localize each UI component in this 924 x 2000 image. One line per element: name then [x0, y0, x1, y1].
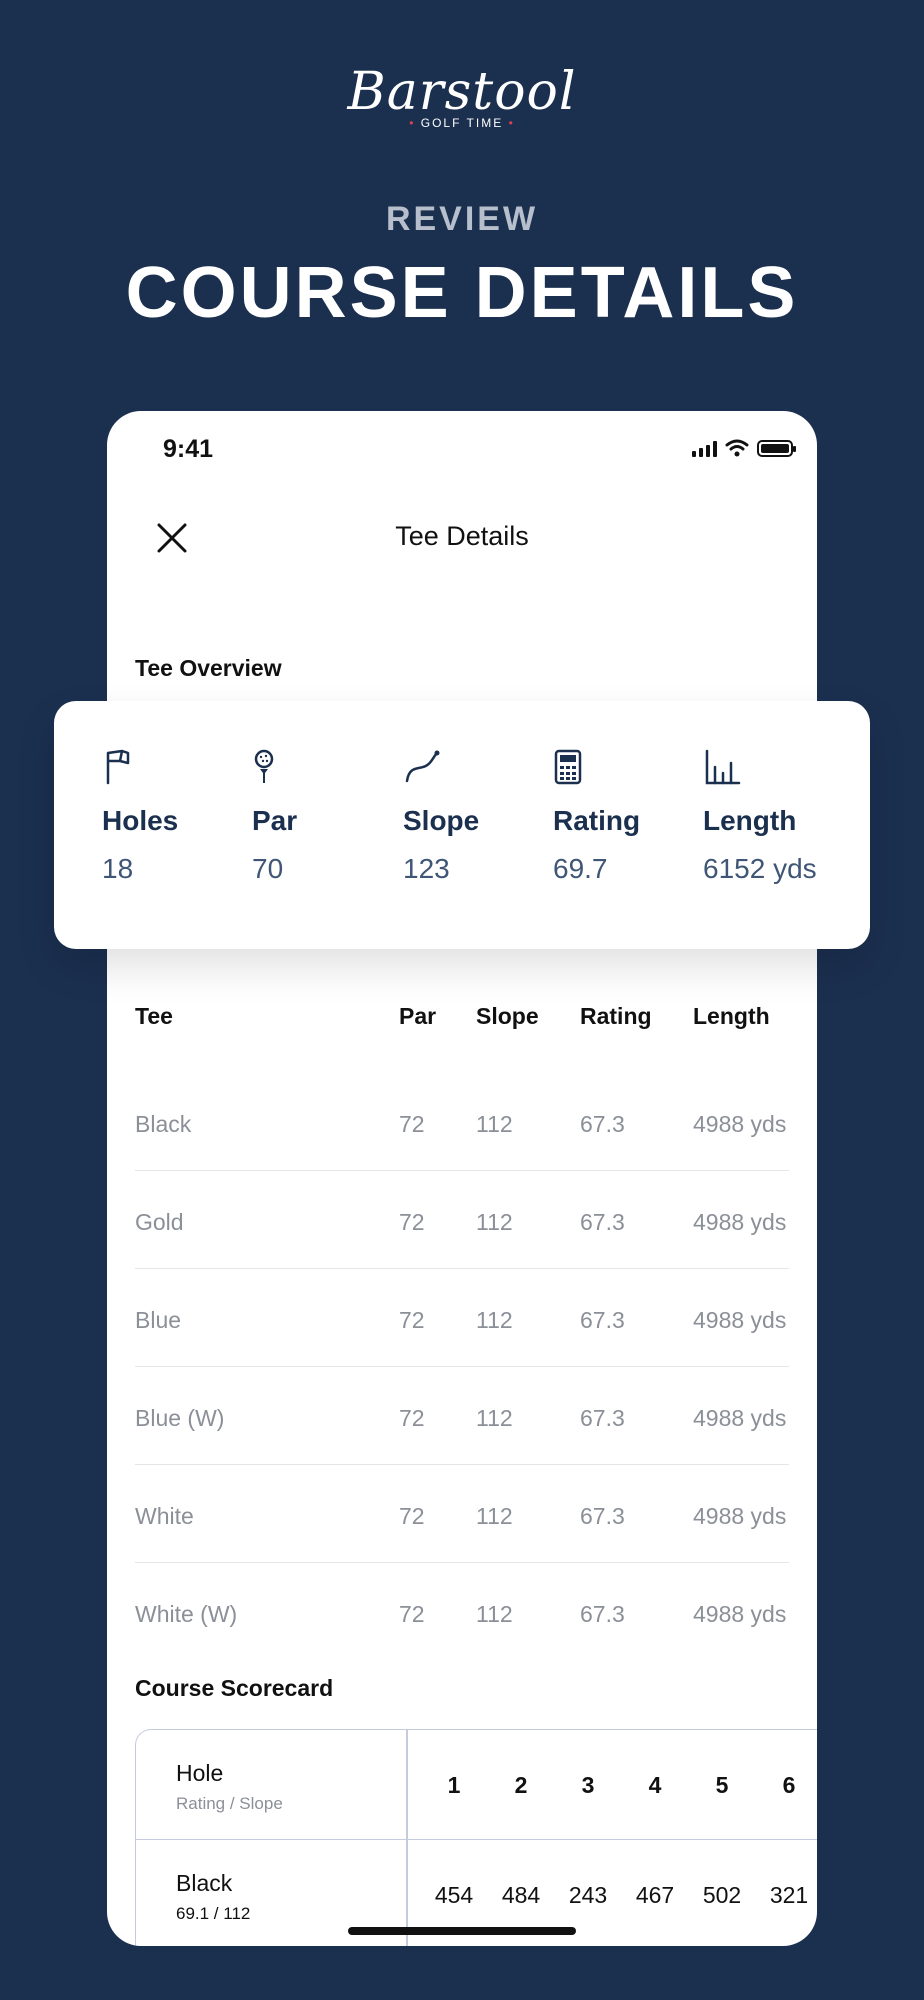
status-time: 9:41	[163, 435, 214, 463]
tee-length: 4988 yds	[693, 1503, 787, 1529]
tee-slope: 112	[476, 1503, 513, 1529]
table-row[interactable]: White (W) 72 112 67.3 4988 yds	[135, 1563, 789, 1661]
header-slope: Slope	[476, 1003, 539, 1029]
tee-par: 72	[399, 1503, 425, 1529]
overview-length: Length 6152 yds	[703, 747, 817, 885]
tee-length: 4988 yds	[693, 1601, 787, 1627]
header-par: Par	[399, 1003, 437, 1029]
hole-yardage: 243	[568, 1882, 608, 1908]
hole-number: 5	[715, 1772, 729, 1798]
hole-number: 1	[447, 1772, 461, 1798]
tee-name: White (W)	[135, 1601, 238, 1627]
brand-subtitle: • GOLF TIME •	[409, 116, 515, 130]
flag-icon	[106, 749, 130, 785]
home-indicator[interactable]	[348, 1927, 576, 1935]
tee-length: 4988 yds	[693, 1209, 787, 1235]
tee-name: Gold	[135, 1209, 184, 1235]
tee-table: Tee Par Slope Rating Length Black 72 112…	[135, 991, 789, 1661]
tee-name: Blue (W)	[135, 1405, 225, 1431]
tee-par: 72	[399, 1307, 425, 1333]
stat-value: 123	[403, 853, 450, 884]
cellular-signal-icon	[692, 441, 717, 457]
hole-number: 2	[514, 1772, 528, 1798]
section-title-overview: Tee Overview	[135, 655, 282, 681]
scorecard-hole-label: Hole	[176, 1760, 224, 1786]
stat-label: Holes	[102, 805, 179, 836]
table-row[interactable]: Blue 72 112 67.3 4988 yds	[135, 1269, 789, 1367]
hole-number: 4	[648, 1772, 662, 1798]
tee-length: 4988 yds	[693, 1405, 787, 1431]
golf-ball-tee-icon	[254, 749, 274, 783]
tee-rating: 67.3	[580, 1601, 625, 1627]
course-scorecard: Hole Rating / Slope 1 2 3 4 5 6 Black 69…	[135, 1729, 817, 1946]
hole-yardage: 484	[501, 1882, 541, 1908]
tee-table-header: Tee Par Slope Rating Length	[135, 991, 789, 1073]
tee-rating: 67.3	[580, 1111, 625, 1137]
bar-chart-icon	[705, 749, 741, 785]
section-title-scorecard: Course Scorecard	[135, 1675, 334, 1701]
hole-number: 6	[782, 1772, 796, 1798]
stat-value: 70	[252, 853, 284, 884]
tee-name: Black	[135, 1111, 192, 1137]
tee-slope: 112	[476, 1209, 513, 1235]
slope-curve-icon	[405, 750, 440, 783]
wifi-icon	[725, 439, 749, 457]
tee-name: Blue	[135, 1307, 182, 1333]
promo-headline: COURSE DETAILS	[125, 253, 799, 333]
header-rating: Rating	[580, 1003, 652, 1029]
overview-rating: Rating 69.7	[553, 747, 640, 885]
phone-screen: 9:41 Tee Details Tee Overview Tee Par Sl…	[107, 411, 817, 1946]
promo-eyebrow: REVIEW	[385, 200, 539, 238]
overview-holes: Holes 18	[102, 747, 178, 885]
table-row[interactable]: Blue (W) 72 112 67.3 4988 yds	[135, 1367, 789, 1465]
overview-slope: Slope 123	[403, 747, 479, 885]
tee-slope: 112	[476, 1111, 513, 1137]
overview-par: Par 70	[252, 747, 297, 885]
header-length: Length	[693, 1003, 770, 1029]
tee-rating: 67.3	[580, 1405, 625, 1431]
tee-rating: 67.3	[580, 1307, 625, 1333]
stat-value: 69.7	[553, 853, 608, 884]
tee-overview-card: Holes 18 Par 70 Slope 123 Rating 69.7 Le…	[54, 701, 870, 949]
tee-length: 4988 yds	[693, 1111, 787, 1137]
scorecard-rating-slope-label: Rating / Slope	[176, 1794, 283, 1813]
stat-label: Slope	[403, 805, 480, 836]
tee-par: 72	[399, 1601, 425, 1627]
tee-slope: 112	[476, 1405, 513, 1431]
brand-script: Barstool	[347, 62, 577, 122]
stat-label: Length	[703, 805, 797, 836]
table-row[interactable]: Black 72 112 67.3 4988 yds	[135, 1073, 789, 1171]
tee-slope: 112	[476, 1601, 513, 1627]
battery-icon	[757, 440, 796, 457]
stat-value: 6152 yds	[703, 853, 817, 884]
tee-length: 4988 yds	[693, 1307, 787, 1333]
scorecard-tee-rating-slope: 69.1 / 112	[176, 1904, 251, 1923]
calculator-icon	[554, 749, 582, 785]
tee-rating: 67.3	[580, 1209, 625, 1235]
tee-name: White	[135, 1503, 194, 1529]
tee-par: 72	[399, 1111, 425, 1137]
hole-yardage: 321	[769, 1882, 809, 1908]
hole-yardage: 454	[434, 1882, 474, 1908]
hole-yardage: 467	[635, 1882, 675, 1908]
scorecard-tee-name: Black	[176, 1870, 233, 1896]
stat-label: Rating	[553, 805, 641, 836]
hole-number: 3	[581, 1772, 595, 1798]
tee-par: 72	[399, 1209, 425, 1235]
scorecard-header-row: Hole Rating / Slope 1 2 3 4 5 6	[136, 1730, 817, 1840]
scorecard-divider	[406, 1730, 408, 1946]
stat-label: Par	[252, 805, 298, 836]
hole-yardage: 502	[702, 1882, 742, 1908]
brand-logo: Barstool • GOLF TIME •	[0, 64, 924, 130]
tee-rating: 67.3	[580, 1503, 625, 1529]
tee-par: 72	[399, 1405, 425, 1431]
stat-value: 18	[102, 853, 134, 884]
nav-title: Tee Details	[395, 521, 529, 551]
header-tee: Tee	[135, 1003, 173, 1029]
table-row[interactable]: Gold 72 112 67.3 4988 yds	[135, 1171, 789, 1269]
tee-slope: 112	[476, 1307, 513, 1333]
status-icons	[692, 439, 796, 457]
table-row[interactable]: White 72 112 67.3 4988 yds	[135, 1465, 789, 1563]
